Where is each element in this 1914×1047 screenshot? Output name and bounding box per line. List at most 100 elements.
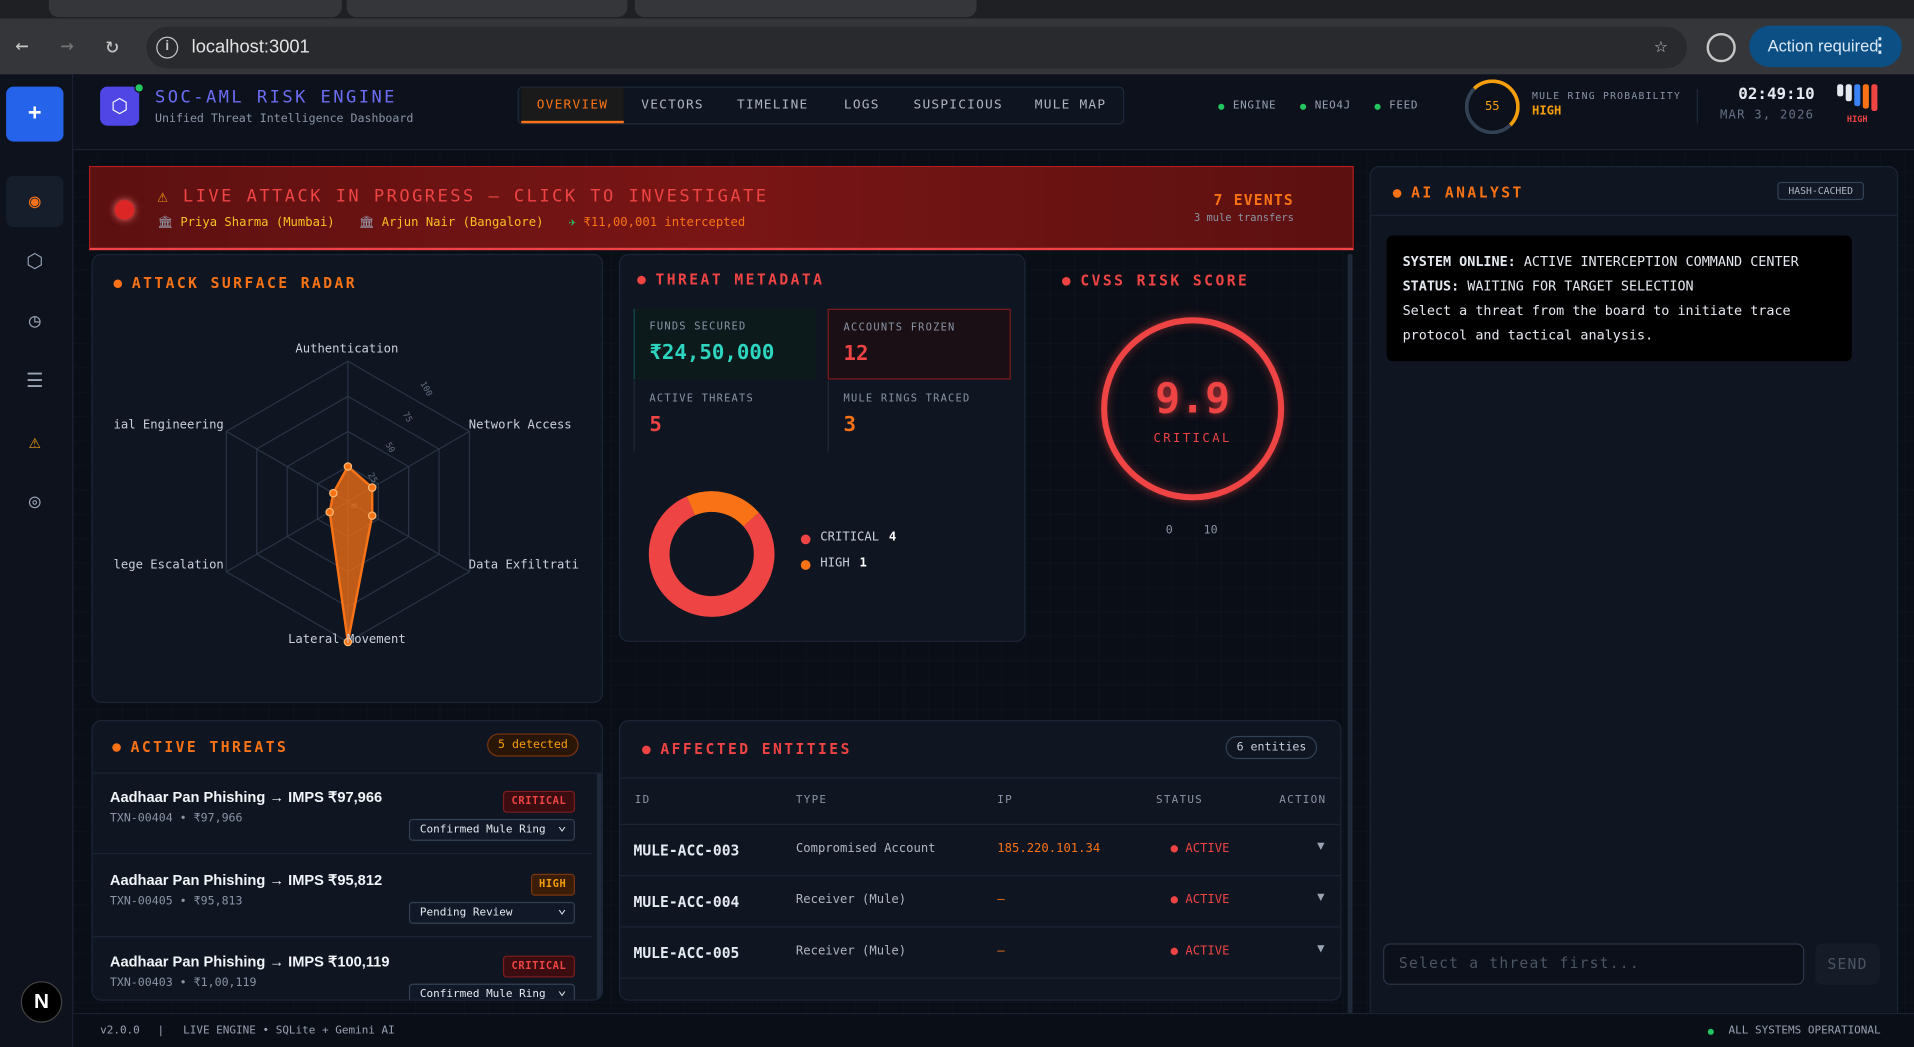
url-text: localhost:3001: [191, 36, 310, 58]
more-menu-icon[interactable]: ⋮: [1870, 26, 1890, 67]
date: MAR 3, 2026: [1719, 108, 1815, 123]
severity-donut: [648, 491, 775, 617]
threat-title: Aadhaar Pan Phishing → IMPS ₹95,812: [109, 871, 383, 889]
row-expand-icon[interactable]: ▼: [1317, 891, 1324, 904]
level-bar: [1854, 84, 1861, 107]
version: v2.0.0: [100, 1025, 140, 1038]
profile-icon[interactable]: [1706, 32, 1736, 63]
reload-icon[interactable]: ↻: [95, 29, 129, 63]
next-logo-icon[interactable]: N: [20, 981, 63, 1023]
tab-mule-map[interactable]: MULE MAP: [1019, 88, 1122, 123]
status-select[interactable]: Pending Review: [408, 899, 575, 924]
send-button[interactable]: SEND: [1815, 943, 1880, 985]
radar-point: [329, 488, 338, 498]
forward-icon[interactable]: →: [50, 29, 84, 63]
events-sub: 3 mule transfers: [1193, 212, 1294, 225]
entity-row[interactable]: MULE-ACC-003 Compromised Account 185.220…: [618, 823, 1342, 875]
radar-axis-label: ial Engineering: [113, 418, 224, 433]
scrollbar[interactable]: [1347, 253, 1353, 1047]
entity-ip: —: [997, 893, 1005, 907]
threat-level-label: HIGH: [1846, 114, 1868, 125]
accounts-frozen-card: ACCOUNTS FROZEN 12: [827, 308, 1011, 380]
cvss-max: 10: [1203, 523, 1218, 537]
col-status: STATUS: [1156, 794, 1204, 807]
funds-value: ₹24,50,000: [649, 340, 775, 365]
browser-tab[interactable]: [48, 0, 342, 18]
ai-input[interactable]: Select a threat first...: [1383, 943, 1805, 985]
divider: [620, 777, 1341, 779]
cvss-level: CRITICAL: [1153, 432, 1232, 446]
threat-item[interactable]: Aadhaar Pan Phishing → IMPS ₹97,966 TXN-…: [91, 773, 593, 855]
threat-sub: TXN-00405 • ₹95,813: [109, 894, 243, 908]
status-engine: ENGINE: [1218, 100, 1277, 113]
browser-tab-strip: [0, 0, 1914, 19]
threat-item[interactable]: Aadhaar Pan Phishing → IMPS ₹95,812 TXN-…: [91, 856, 593, 938]
threat-title: Aadhaar Pan Phishing → IMPS ₹97,966: [109, 788, 383, 806]
tab-suspicious[interactable]: SUSPICIOUS: [905, 88, 1012, 123]
tab-overview[interactable]: OVERVIEW: [521, 87, 624, 124]
back-icon[interactable]: ←: [5, 29, 39, 63]
header: ⬡ SOC-AML RISK ENGINE Unified Threat Int…: [73, 74, 1914, 151]
url-bar[interactable]: i localhost:3001 ☆: [146, 26, 1688, 69]
page: ← → ↻ i localhost:3001 ☆ Action required…: [0, 0, 1914, 1047]
site-info-icon[interactable]: i: [156, 36, 179, 59]
rings-value: 3: [843, 412, 857, 437]
threat-metadata-panel: THREAT METADATA FUNDS SECURED ₹24,50,000…: [618, 253, 1026, 642]
entity-status-text: ACTIVE: [1185, 944, 1230, 959]
status-select[interactable]: Confirmed Mule Ring: [408, 981, 575, 1000]
ai-title: AI ANALYST: [1392, 184, 1524, 202]
scrollbar[interactable]: [596, 773, 602, 1000]
row-expand-icon[interactable]: ▼: [1317, 840, 1324, 853]
tab-vectors[interactable]: VECTORS: [626, 88, 719, 123]
bank-icon: 🏛: [157, 216, 181, 230]
warning-icon: ⚠: [157, 186, 183, 207]
entity-status: ● ACTIVE: [1170, 842, 1230, 856]
app: + ◉ ⬡ ◷ ☰ ⚠ ◎ N ⬡ SOC-AML RISK ENGINE Un…: [0, 74, 1914, 1047]
receiver: 🏛 Arjun Nair (Bangalore): [359, 216, 544, 229]
action-required-label: Action required: [1767, 36, 1879, 55]
entity-row[interactable]: MULE-ACC-005 Receiver (Mule) — ● ACTIVE …: [618, 926, 1342, 977]
add-button[interactable]: +: [6, 86, 64, 142]
browser-tab[interactable]: [346, 0, 628, 18]
entity-id: MULE-ACC-003: [633, 842, 740, 860]
entity-row[interactable]: MULE-ACC-004 Receiver (Mule) — ● ACTIVE …: [618, 875, 1342, 926]
entity-status: ● ACTIVE: [1170, 944, 1230, 959]
entity-status: ● ACTIVE: [1170, 893, 1230, 907]
entity-id: MULE-ACC-005: [633, 944, 740, 962]
clock-icon[interactable]: ◷: [6, 295, 63, 346]
main-tabs: OVERVIEW VECTORS TIMELINE LOGS SUSPICIOU…: [517, 86, 1125, 125]
legend-high-value: 1: [859, 556, 867, 570]
ai-line-1-value: ACTIVE INTERCEPTION COMMAND CENTER: [1523, 253, 1799, 270]
bookmark-star-icon[interactable]: ☆: [1654, 33, 1667, 59]
tab-logs[interactable]: LOGS: [826, 88, 897, 123]
tab-timeline[interactable]: TIMELINE: [726, 88, 819, 123]
col-action: ACTION: [1279, 794, 1327, 807]
entity-type: Compromised Account: [795, 842, 936, 856]
radar-point: [367, 483, 377, 492]
live-attack-banner[interactable]: ⚠ LIVE ATTACK IN PROGRESS — CLICK TO INV…: [89, 165, 1354, 251]
logo-icon: ⬡: [100, 86, 140, 126]
events-count: 7 EVENTS: [1213, 191, 1294, 209]
status-neo4j: NEO4J: [1300, 100, 1351, 113]
threat-item[interactable]: Aadhaar Pan Phishing → IMPS ₹100,119 TXN…: [92, 937, 592, 1000]
list-icon[interactable]: ☰: [6, 355, 63, 406]
donut-slice: [686, 491, 759, 527]
ai-line-1-key: SYSTEM ONLINE:: [1402, 253, 1516, 270]
radar-point: [325, 507, 334, 517]
threat-sub: TXN-00403 • ₹1,00,119: [109, 976, 257, 990]
radar-icon[interactable]: ◉: [6, 175, 64, 227]
status-select[interactable]: Confirmed Mule Ring: [408, 816, 575, 841]
hexagon-icon[interactable]: ⬡: [6, 236, 63, 287]
threat-title: Aadhaar Pan Phishing → IMPS ₹100,119: [109, 953, 390, 971]
intercepted-amount-text: ₹11,00,001 intercepted: [583, 216, 746, 230]
browser-tab[interactable]: [634, 0, 977, 18]
radar-axis-label: Network Access: [468, 418, 572, 433]
action-required-button[interactable]: Action required ⋮: [1749, 25, 1902, 68]
metadata-title: THREAT METADATA: [637, 270, 825, 289]
threats-value: 5: [649, 412, 662, 437]
row-expand-icon[interactable]: ▼: [1317, 942, 1324, 955]
mule-rings-card: MULE RINGS TRACED 3: [827, 380, 1011, 452]
warning-icon[interactable]: ⚠: [6, 416, 63, 467]
target-icon[interactable]: ◎: [6, 476, 63, 527]
entities-badge: 6 entities: [1225, 735, 1318, 760]
